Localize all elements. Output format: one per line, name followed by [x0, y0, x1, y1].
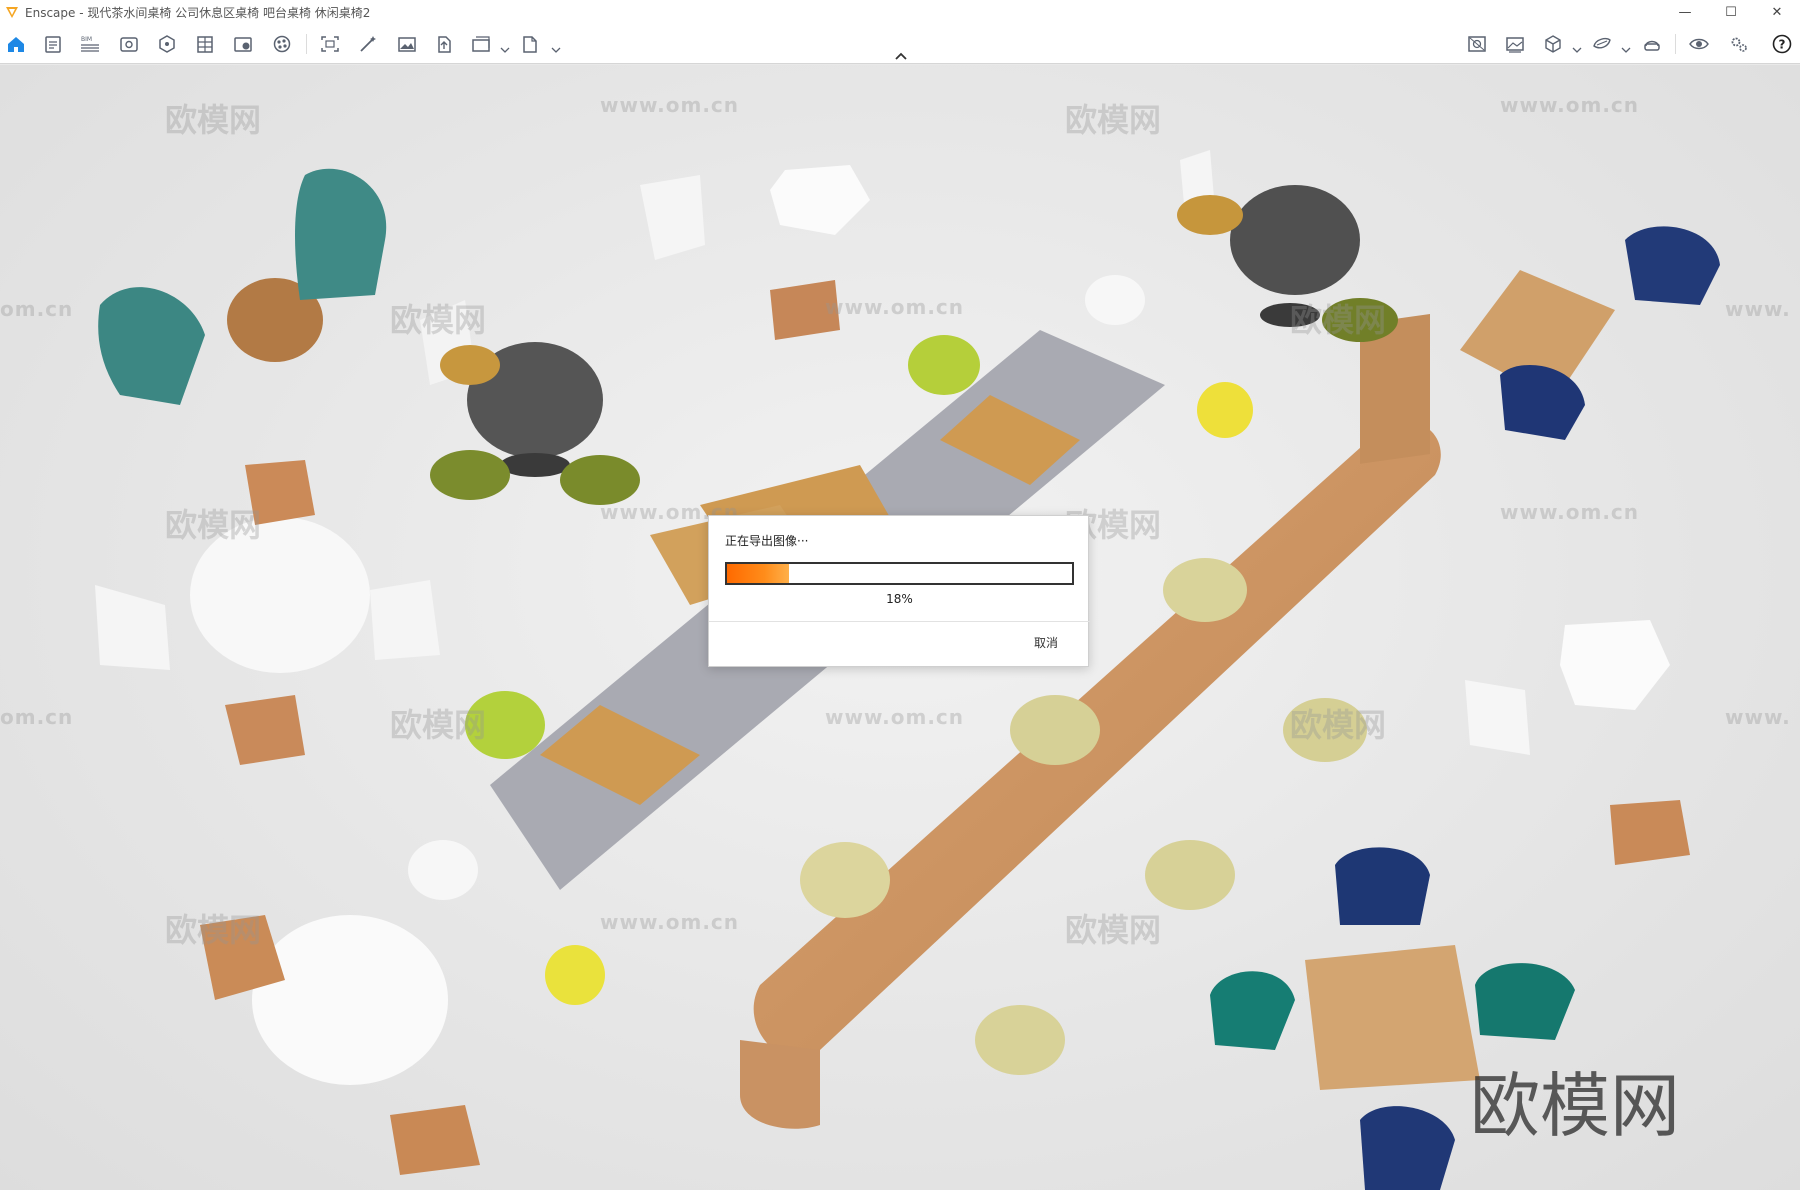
close-button[interactable]: ✕	[1754, 0, 1800, 24]
notes-icon[interactable]	[41, 33, 65, 55]
watermark-url: www.om.cn	[825, 705, 965, 729]
export-progress-bar	[725, 562, 1074, 585]
chair-navy-3	[1335, 847, 1430, 925]
watermark-brand: 欧模网	[1065, 911, 1162, 949]
chair-navy-4	[1360, 1106, 1455, 1190]
toolbar-separator	[306, 34, 307, 54]
watermark-brand: 欧模网	[165, 911, 262, 949]
progress-fill	[727, 564, 790, 583]
home-icon[interactable]	[4, 33, 28, 55]
window-controls: — ☐ ✕	[1662, 0, 1800, 24]
watermark-url: www.	[1725, 297, 1791, 321]
round-table-white-2	[252, 915, 448, 1085]
stool-khaki-2	[1010, 695, 1100, 765]
watermark-url: www.om.cn	[825, 295, 965, 319]
gallery-icon[interactable]	[1503, 33, 1527, 55]
chair-olive-2	[560, 455, 640, 505]
collapse-toolbar-icon[interactable]	[891, 50, 911, 62]
cancel-button[interactable]: 取消	[1034, 634, 1058, 651]
sites-icon[interactable]	[155, 33, 179, 55]
watermark-brand-large: 欧模网	[1470, 1065, 1680, 1147]
export-progress-dialog: 正在导出图像··· 18% 取消	[708, 515, 1090, 667]
vr-headset-icon[interactable]	[1590, 33, 1614, 55]
title-bar: Enscape - 现代茶水间桌椅 公司休息区桌椅 吧台桌椅 休闲桌椅2 — ☐…	[0, 0, 1800, 24]
chair-tan-5	[390, 1105, 480, 1175]
upload-icon[interactable]	[432, 33, 456, 55]
watermark-brand: 欧模网	[165, 101, 262, 139]
watermark-brand: 欧模网	[165, 506, 262, 544]
asset-library-icon[interactable]	[231, 33, 255, 55]
layers-icon[interactable]	[193, 33, 217, 55]
watermark-url: www.om.cn	[600, 910, 740, 934]
stool-khaki-4	[800, 842, 890, 918]
settings-icon[interactable]	[1727, 33, 1751, 55]
watermark-url: www.	[1725, 705, 1791, 729]
eye-icon[interactable]	[1687, 33, 1711, 55]
hex-table-white-1	[770, 165, 870, 235]
export-dropdown-icon[interactable]	[551, 39, 561, 53]
bim-label: BIM	[81, 36, 92, 43]
chair-teal-1	[1210, 971, 1295, 1050]
window-title: Enscape - 现代茶水间桌椅 公司休息区桌椅 吧台桌椅 休闲桌椅2	[25, 5, 371, 20]
chair-white-3	[95, 585, 170, 670]
batch-render-icon[interactable]	[469, 33, 493, 55]
bim-icon[interactable]: BIM	[78, 33, 102, 55]
side-table-white-2	[408, 840, 478, 900]
cube-icon[interactable]	[1541, 33, 1565, 55]
batch-render-dropdown-icon[interactable]	[500, 39, 510, 53]
panorama-icon[interactable]	[1465, 33, 1489, 55]
watermark-url: www.om.cn	[1500, 93, 1640, 117]
magic-wand-icon[interactable]	[356, 33, 380, 55]
help-icon[interactable]: ?	[1770, 33, 1794, 55]
views-icon[interactable]	[117, 33, 141, 55]
dialog-divider	[709, 621, 1090, 622]
export-icon[interactable]	[518, 33, 542, 55]
watermark-brand: 欧模网	[390, 301, 487, 339]
lounge-chair-teal-2	[98, 287, 205, 405]
vr-headset-dropdown-icon[interactable]	[1621, 39, 1631, 53]
cube-dropdown-icon[interactable]	[1572, 39, 1582, 53]
chair-navy-2	[1500, 365, 1585, 440]
square-table-wood-2	[1305, 945, 1480, 1090]
watermark-brand: 欧模网	[1290, 301, 1387, 339]
capture-icon[interactable]	[318, 33, 342, 55]
side-table-white-1	[1085, 275, 1145, 325]
ottoman-yellow-2	[545, 945, 605, 1005]
progress-percentage: 18%	[886, 592, 913, 606]
chair-mustard-1	[440, 345, 500, 385]
help-label: ?	[1779, 38, 1786, 52]
maximize-button[interactable]: ☐	[1708, 0, 1754, 24]
image-editor-icon[interactable]	[395, 33, 419, 55]
stool-khaki-5	[1145, 840, 1235, 910]
stool-khaki-1	[1163, 558, 1247, 622]
vr-icon[interactable]	[1640, 33, 1664, 55]
watermark-url: www.om.cn	[1500, 500, 1640, 524]
chair-mustard-2	[1177, 195, 1243, 235]
chair-white-1	[640, 175, 705, 260]
stool-khaki-6	[975, 1005, 1065, 1075]
dialog-title: 正在导出图像···	[725, 534, 809, 548]
watermark-url: om.cn	[0, 705, 74, 729]
ottoman-yellow-1	[1197, 382, 1253, 438]
lounge-chair-teal-1	[295, 168, 387, 300]
hex-table-white-2	[1560, 620, 1670, 710]
watermark-brand: 欧模网	[390, 706, 487, 744]
watermark-url: www.om.cn	[600, 93, 740, 117]
minimize-button[interactable]: —	[1662, 0, 1708, 24]
chair-white-5	[1465, 680, 1530, 755]
chair-white-4	[370, 580, 440, 660]
enscape-logo-icon	[6, 7, 18, 18]
toolbar-separator	[1675, 34, 1676, 54]
watermark-url: om.cn	[0, 297, 74, 321]
chair-tan-6	[1610, 800, 1690, 865]
chair-teal-2	[1475, 963, 1575, 1040]
chair-navy-1	[1625, 226, 1720, 305]
watermark-brand: 欧模网	[1290, 706, 1387, 744]
watermark-brand: 欧模网	[1065, 101, 1162, 139]
chair-tan-2	[225, 695, 305, 765]
ottoman-green-1	[908, 335, 980, 395]
chair-olive-1	[430, 450, 510, 500]
material-editor-icon[interactable]	[270, 33, 294, 55]
